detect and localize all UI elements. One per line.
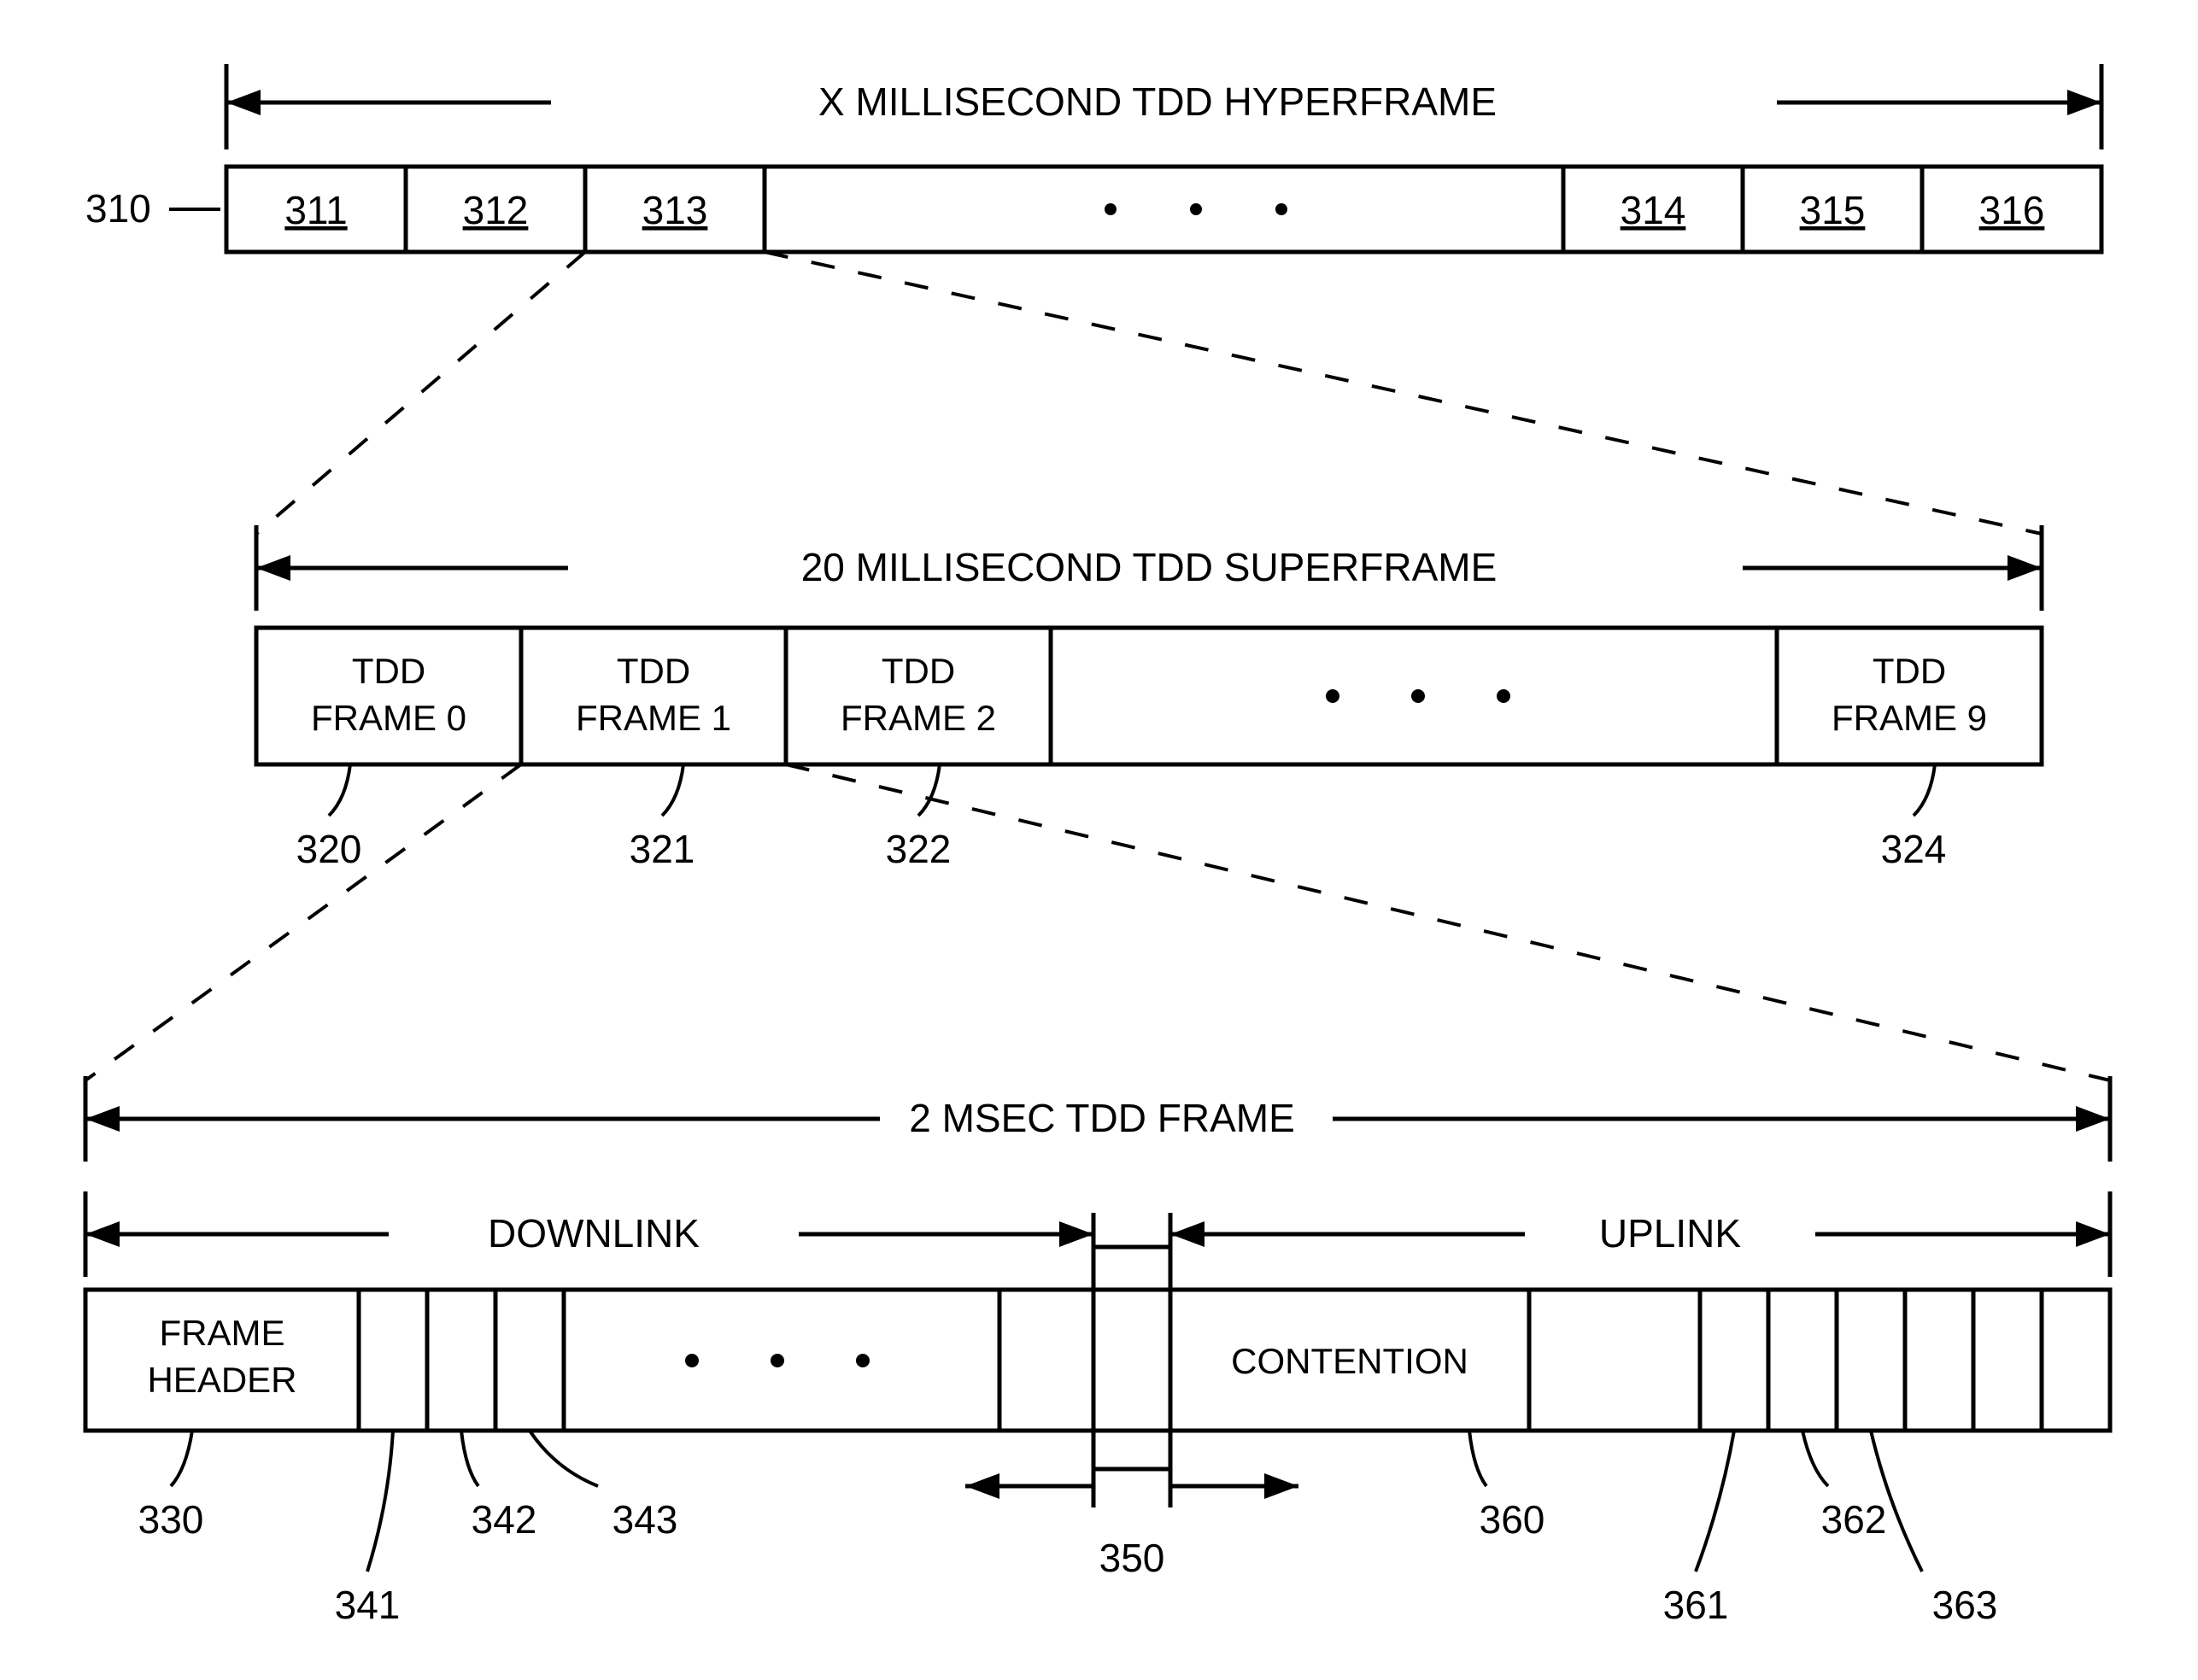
ref-360: 360	[1480, 1497, 1545, 1542]
ref-341: 341	[335, 1583, 401, 1627]
svg-text:FRAME 1: FRAME 1	[576, 698, 731, 738]
contention-label: CONTENTION	[1231, 1341, 1468, 1381]
ref-330: 330	[138, 1497, 204, 1542]
super-frame-9: TDD	[1873, 651, 1946, 691]
super-frame-2: TDD	[882, 651, 955, 691]
ref-342: 342	[472, 1497, 537, 1542]
svg-text:FRAME 0: FRAME 0	[311, 698, 466, 738]
tdd-frame-section: 2 MSEC TDD FRAME DOWNLINK UPLINK FRAME H…	[85, 1076, 2110, 1627]
super-frame-0: TDD	[352, 651, 425, 691]
hyperframe-title: X MILLISECOND TDD HYPERFRAME	[818, 79, 1497, 124]
hyper-cell-3: 314	[1621, 188, 1686, 232]
svg-text:FRAME 2: FRAME 2	[841, 698, 996, 738]
svg-text:FRAME 9: FRAME 9	[1832, 698, 1987, 738]
hyper-cell-2: 313	[642, 188, 708, 232]
ref-350: 350	[1099, 1536, 1165, 1580]
superframe-title: 20 MILLISECOND TDD SUPERFRAME	[801, 545, 1498, 589]
ref-343: 343	[613, 1497, 678, 1542]
hyperframe-section: X MILLISECOND TDD HYPERFRAME 310 311 312…	[85, 64, 2101, 534]
hyper-cell-5: 316	[1979, 188, 2045, 232]
svg-text:HEADER: HEADER	[147, 1360, 296, 1400]
ref-320: 320	[296, 827, 362, 871]
uplink-label: UPLINK	[1599, 1211, 1741, 1256]
frame-header-label: FRAME	[160, 1313, 285, 1353]
frame-title: 2 MSEC TDD FRAME	[909, 1096, 1295, 1140]
hyper-cell-4: 315	[1800, 188, 1866, 232]
ref-362: 362	[1821, 1497, 1887, 1542]
ref-324: 324	[1881, 827, 1947, 871]
hyper-cell-1: 312	[463, 188, 529, 232]
ref-361: 361	[1663, 1583, 1729, 1627]
super-frame-1: TDD	[617, 651, 690, 691]
superframe-section: 20 MILLISECOND TDD SUPERFRAME TDD FRAME …	[85, 525, 2110, 1080]
ref-321: 321	[630, 827, 695, 871]
tdd-frame-structure-diagram: X MILLISECOND TDD HYPERFRAME 310 311 312…	[0, 0, 2198, 1680]
hyper-cell-0: 311	[284, 188, 347, 232]
ref-363: 363	[1932, 1583, 1998, 1627]
ref-310: 310	[85, 186, 151, 231]
ref-322: 322	[886, 827, 952, 871]
downlink-label: DOWNLINK	[488, 1211, 700, 1256]
